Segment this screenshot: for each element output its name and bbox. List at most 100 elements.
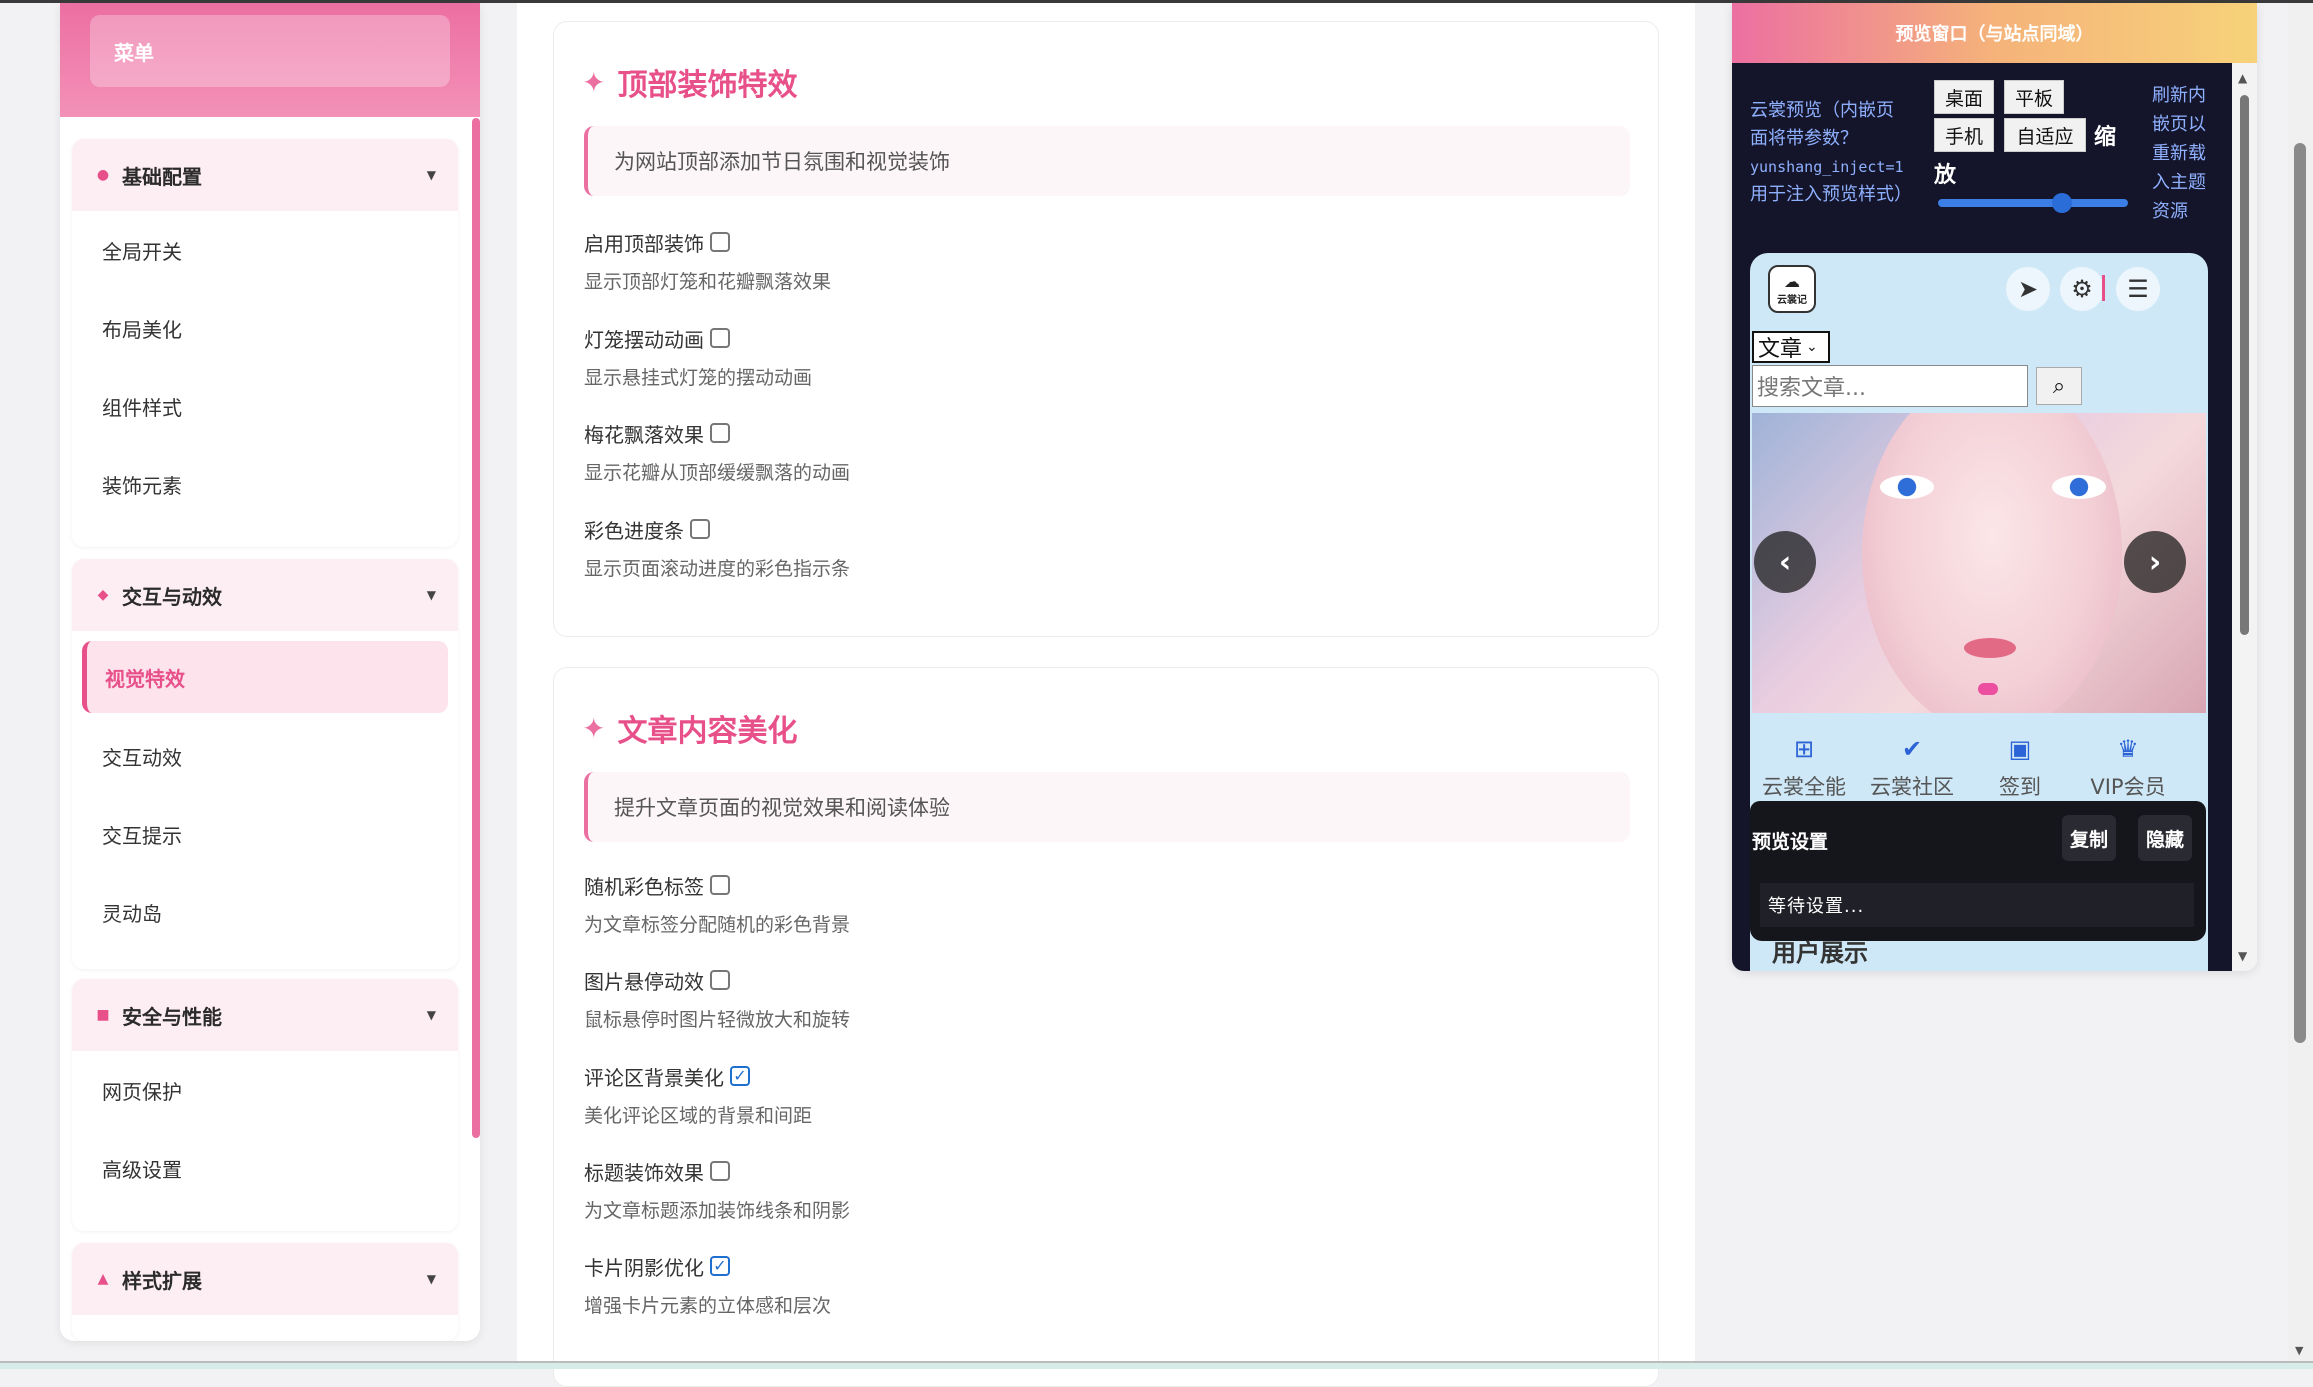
checkbox[interactable] <box>710 328 730 348</box>
device-desktop-button[interactable]: 桌面 <box>1934 80 1994 114</box>
option-plum-fall: 梅花飘落效果 显示花瓣从顶部缓缓飘落的动画 <box>584 418 850 485</box>
preview-info: 云裳预览（内嵌页 面将带参数？ yunshang_inject=1 用于注入预览… <box>1750 97 1930 209</box>
nav-item-dynamic-island[interactable]: 灵动岛 <box>72 873 458 951</box>
scroll-down-icon[interactable]: ▼ <box>2295 1344 2303 1357</box>
refresh-link[interactable]: 刷新内嵌页以重新载入主题资源 <box>2152 81 2222 226</box>
zoom-slider-handle[interactable] <box>2051 193 2072 213</box>
nav-item-component-style[interactable]: 组件样式 <box>72 367 458 445</box>
crown-icon: ♛ <box>2117 735 2139 763</box>
search-type-select[interactable]: 文章 ⌄ <box>1752 331 1830 363</box>
zoom-slider-track[interactable] <box>1938 199 2128 207</box>
banner-portrait <box>1862 413 2122 713</box>
quick-nav-label: VIP会员 <box>2090 775 2166 799</box>
option-label: 评论区背景美化 <box>584 1065 724 1090</box>
menu-button[interactable]: 菜单 <box>90 15 450 87</box>
device-tablet-button[interactable]: 平板 <box>2004 80 2064 114</box>
preview-settings-overlay: 预览设置 复制 隐藏 等待设置... <box>1750 801 2206 941</box>
gear-icon[interactable]: ⚙ <box>2060 267 2104 311</box>
caret-down-icon: ▼ <box>426 1008 436 1022</box>
preview-title: 预览窗口（与站点同域） <box>1732 3 2257 63</box>
caret-down-icon: ▼ <box>426 588 436 602</box>
preview-scroll-thumb[interactable] <box>2240 95 2249 635</box>
checkbox-checked[interactable]: ✓ <box>730 1066 750 1086</box>
hide-button[interactable]: 隐藏 <box>2138 815 2192 861</box>
nav-group-label: 样式扩展 <box>122 1268 202 1293</box>
option-lantern-swing: 灯笼摆动动画 显示悬挂式灯笼的摆动动画 <box>584 323 812 390</box>
checkbox[interactable] <box>690 519 710 539</box>
section-description: 提升文章页面的视觉效果和阅读体验 <box>584 772 1630 842</box>
nav-group-label: 交互与动效 <box>122 584 222 609</box>
nav-item-advanced[interactable]: 高级设置 <box>72 1129 458 1207</box>
option-image-hover: 图片悬停动效 鼠标悬停时图片轻微放大和旋转 <box>584 965 850 1032</box>
quick-nav-item[interactable]: ♛ VIP会员 <box>2078 735 2178 801</box>
quick-nav-label: 云裳社区 <box>1870 775 1954 799</box>
next-slide-button[interactable]: › <box>2124 531 2186 593</box>
nav-item-global-switch[interactable]: 全局开关 <box>72 211 458 289</box>
site-logo: ☁ 云裳记 <box>1768 265 1816 313</box>
quick-nav-item[interactable]: ▣ 签到 <box>1970 735 2070 801</box>
checkbox-checked[interactable]: ✓ <box>710 1256 730 1276</box>
page-scrollbar[interactable]: ▼ <box>2288 3 2313 1361</box>
checkbox[interactable] <box>710 232 730 252</box>
send-icon[interactable]: ➤ <box>2006 267 2050 311</box>
preview-scrollbar[interactable]: ▲ ▼ <box>2232 63 2257 971</box>
copy-button[interactable]: 复制 <box>2062 815 2116 861</box>
nav-item-interaction-motion[interactable]: 交互动效 <box>72 717 458 795</box>
nav-group-header-security[interactable]: ■ 安全与性能 ▼ <box>72 979 458 1051</box>
nav-item-page-protection[interactable]: 网页保护 <box>72 1051 458 1129</box>
preview-info-line: 云裳预览（内嵌页 <box>1750 100 1894 121</box>
option-desc: 显示悬挂式灯笼的摆动动画 <box>584 367 813 389</box>
scroll-up-icon[interactable]: ▲ <box>2238 71 2247 85</box>
preview-info-line: 用于注入预览样式） <box>1750 184 1912 205</box>
nav-group-header-style-ext[interactable]: ▲ 样式扩展 ▼ <box>72 1243 458 1315</box>
section-heading: 用户展示 <box>1772 939 1868 967</box>
option-enable-top-decor: 启用顶部装饰 显示顶部灯笼和花瓣飘落效果 <box>584 227 831 294</box>
option-desc: 增强卡片元素的立体感和层次 <box>584 1295 832 1317</box>
menu-lines-icon[interactable]: ☰ <box>2116 267 2160 311</box>
preview-toolbar: 云裳预览（内嵌页 面将带参数？ yunshang_inject=1 用于注入预览… <box>1732 63 2232 971</box>
option-desc: 显示页面滚动进度的彩色指示条 <box>584 558 851 580</box>
nav-item-interaction-hints[interactable]: 交互提示 <box>72 795 458 873</box>
prev-slide-button[interactable]: ‹ <box>1754 531 1816 593</box>
sidebar-scrollbar[interactable] <box>472 118 480 1138</box>
nav-group-header-basic[interactable]: ● 基础配置 ▼ <box>72 139 458 211</box>
triangle-icon: ▲ <box>97 1271 109 1287</box>
checkbox[interactable] <box>710 1161 730 1181</box>
device-mobile-button[interactable]: 手机 <box>1934 118 1994 152</box>
nav-item-decoration[interactable]: 装饰元素 <box>72 445 458 523</box>
scroll-down-icon[interactable]: ▼ <box>2238 949 2247 963</box>
checkbox[interactable] <box>710 875 730 895</box>
device-adaptive-button[interactable]: 自适应 <box>2004 118 2086 152</box>
slide-indicator[interactable] <box>1978 683 1998 695</box>
overlay-title: 预览设置 <box>1752 831 1829 853</box>
section-title-text: 顶部装饰特效 <box>617 68 798 103</box>
preview-info-param: yunshang_inject=1 <box>1750 158 1904 176</box>
option-desc: 鼠标悬停时图片轻微放大和旋转 <box>584 1009 851 1031</box>
option-label: 随机彩色标签 <box>584 874 704 899</box>
banner-eye <box>1880 475 1934 499</box>
search-input[interactable]: 搜索文章... <box>1752 365 2028 407</box>
quick-nav-item[interactable]: ✔ 云裳社区 <box>1862 735 1962 801</box>
search-icon[interactable]: ⌕ <box>2036 367 2082 405</box>
option-label: 卡片阴影优化 <box>584 1255 704 1280</box>
caret-down-icon: ▼ <box>426 1272 436 1286</box>
calendar-check-icon: ▣ <box>2008 735 2032 763</box>
chevron-down-icon: ⌄ <box>1806 339 1818 355</box>
settings-sidebar: 菜单 ● 基础配置 ▼ 全局开关 布局美化 组件样式 装饰元素 ◆ 交互与动效 … <box>60 3 480 1341</box>
preview-info-line: 面将带参数？ <box>1750 128 1858 149</box>
checkbox[interactable] <box>710 970 730 990</box>
quick-nav-label: 签到 <box>1999 775 2041 799</box>
option-desc: 美化评论区域的背景和间距 <box>584 1105 813 1127</box>
section-title: ✦ 顶部装饰特效 <box>582 60 797 104</box>
nav-group-label: 基础配置 <box>122 164 202 189</box>
checkbox[interactable] <box>710 423 730 443</box>
zoom-label-part1: 缩 <box>2094 125 2117 150</box>
quick-nav-item[interactable]: ⊞ 云裳全能 <box>1754 735 1854 801</box>
page-scroll-thumb[interactable] <box>2294 143 2306 1043</box>
overlay-status: 等待设置... <box>1760 883 2194 927</box>
nav-group-style-ext: ▲ 样式扩展 ▼ <box>72 1243 458 1341</box>
nav-group-header-interaction[interactable]: ◆ 交互与动效 ▼ <box>72 559 458 631</box>
option-desc: 为文章标题添加装饰线条和阴影 <box>584 1200 851 1222</box>
nav-item-visual-effects[interactable]: 视觉特效 <box>82 641 448 713</box>
nav-item-layout[interactable]: 布局美化 <box>72 289 458 367</box>
